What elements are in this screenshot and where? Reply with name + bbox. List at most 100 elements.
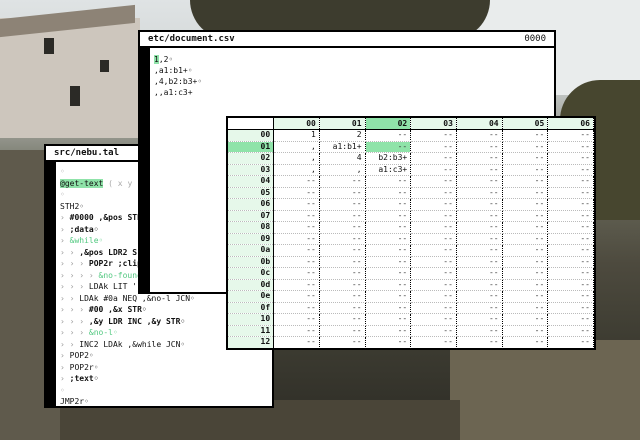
grid-cell[interactable]: --	[365, 302, 412, 314]
column-header[interactable]: 00	[273, 118, 320, 130]
grid-cell[interactable]: --	[410, 325, 457, 337]
grid-cell[interactable]: --	[365, 175, 412, 188]
grid-cell[interactable]: --	[502, 279, 549, 291]
code-line[interactable]: ,4,b2:b3+◦	[154, 76, 554, 87]
grid-cell[interactable]: --	[319, 187, 366, 199]
row-header[interactable]: 0c	[228, 267, 275, 280]
grid-cell[interactable]: a1:b1+	[319, 141, 366, 153]
grid-cell[interactable]: --	[273, 210, 320, 222]
grid-cell[interactable]: 1	[273, 129, 320, 142]
grid-cell[interactable]: --	[410, 290, 457, 303]
grid-cell[interactable]: --	[547, 267, 594, 280]
grid-cell[interactable]: --	[547, 233, 594, 245]
grid-cell[interactable]: --	[502, 233, 549, 245]
grid-cell[interactable]: a1:c3+	[365, 164, 412, 176]
grid-cell[interactable]: --	[502, 187, 549, 199]
grid-cell[interactable]: --	[547, 198, 594, 211]
grid-cell[interactable]: --	[456, 244, 503, 257]
grid-cell[interactable]: --	[502, 290, 549, 303]
grid-cell[interactable]: --	[319, 244, 366, 257]
grid-cell[interactable]: --	[365, 221, 412, 234]
grid-cell[interactable]: --	[410, 256, 457, 268]
grid-cell[interactable]: --	[273, 256, 320, 268]
grid-cell[interactable]: --	[547, 187, 594, 199]
grid-cell[interactable]: --	[273, 244, 320, 257]
grid-cell[interactable]: --	[456, 290, 503, 303]
spreadsheet-window[interactable]: 00 01 02 03 04 05 06 00 1 2 -- -- -- -- -- 01, a1:b1+ -- -…	[226, 116, 596, 350]
grid-cell[interactable]: --	[547, 164, 594, 176]
grid-cell[interactable]: --	[319, 221, 366, 234]
row-header[interactable]: 03	[228, 164, 275, 176]
grid-cell[interactable]: --	[547, 129, 594, 142]
grid-cell[interactable]: --	[365, 336, 412, 348]
grid-cell[interactable]: b2:b3+	[365, 152, 412, 165]
grid-cell[interactable]: --	[410, 141, 457, 153]
grid-cell[interactable]: --	[502, 221, 549, 234]
grid-cell[interactable]: --	[410, 279, 457, 291]
grid-cell[interactable]: --	[273, 279, 320, 291]
grid-cell[interactable]: --	[273, 198, 320, 211]
grid-cell[interactable]: --	[502, 336, 549, 348]
grid-cell[interactable]: --	[456, 152, 503, 165]
code-line[interactable]: › POP2r◦	[60, 362, 272, 374]
grid-cell[interactable]: --	[365, 313, 412, 326]
grid-cell[interactable]: --	[410, 210, 457, 222]
grid-cell[interactable]: --	[456, 221, 503, 234]
grid-cell[interactable]: --	[502, 152, 549, 165]
grid-cell[interactable]: --	[365, 129, 412, 142]
grid-cell[interactable]: --	[456, 210, 503, 222]
grid-cell[interactable]: --	[456, 233, 503, 245]
grid-cell[interactable]: --	[365, 279, 412, 291]
grid-cell[interactable]: --	[502, 256, 549, 268]
row-header[interactable]: 11	[228, 325, 275, 337]
row-header[interactable]: 0f	[228, 302, 275, 314]
row-header[interactable]: 0e	[228, 290, 275, 303]
grid-cell[interactable]: --	[547, 256, 594, 268]
column-header[interactable]: 03	[410, 118, 457, 130]
grid-cell[interactable]: --	[410, 336, 457, 348]
row-header[interactable]: 02	[228, 152, 275, 165]
grid-cell[interactable]: --	[319, 279, 366, 291]
grid-cell[interactable]: --	[365, 233, 412, 245]
grid-cell[interactable]: --	[456, 313, 503, 326]
grid-cell[interactable]: --	[410, 129, 457, 142]
grid-cell[interactable]: --	[410, 267, 457, 280]
grid-cell[interactable]: --	[502, 141, 549, 153]
grid-cell[interactable]: --	[502, 244, 549, 257]
grid-cell[interactable]: --	[547, 325, 594, 337]
grid-cell[interactable]: --	[502, 267, 549, 280]
code-line[interactable]: JMP2r◦	[60, 396, 272, 406]
grid-cell[interactable]: 4	[319, 152, 366, 165]
grid-cell[interactable]: --	[456, 198, 503, 211]
grid-cell[interactable]: --	[410, 175, 457, 188]
grid-cell[interactable]: --	[456, 141, 503, 153]
grid-cell[interactable]: --	[547, 210, 594, 222]
grid-cell[interactable]: ,	[319, 164, 366, 176]
grid-cell[interactable]: --	[319, 175, 366, 188]
grid-cell[interactable]: --	[319, 267, 366, 280]
grid-cell[interactable]: 2	[319, 129, 366, 142]
grid-cell[interactable]: --	[365, 290, 412, 303]
code-line[interactable]: › POP2◦	[60, 350, 272, 362]
grid-cell[interactable]: --	[502, 325, 549, 337]
grid-cell[interactable]: --	[365, 244, 412, 257]
grid-cell[interactable]: --	[502, 164, 549, 176]
grid-cell[interactable]: --	[502, 129, 549, 142]
grid-cell[interactable]: --	[456, 267, 503, 280]
row-header[interactable]: 09	[228, 233, 275, 245]
grid-cell[interactable]: --	[502, 198, 549, 211]
grid-cell[interactable]: --	[319, 256, 366, 268]
grid-cell[interactable]: --	[456, 187, 503, 199]
code-line[interactable]: ◦	[60, 385, 272, 397]
row-header[interactable]: 0d	[228, 279, 275, 291]
grid-cell[interactable]: --	[410, 187, 457, 199]
row-header[interactable]: 07	[228, 210, 275, 222]
row-header[interactable]: 0a	[228, 244, 275, 257]
grid-cell[interactable]: --	[456, 279, 503, 291]
column-header[interactable]: 05	[502, 118, 549, 130]
grid-cell[interactable]: --	[365, 267, 412, 280]
grid-cell[interactable]: --	[365, 325, 412, 337]
grid-cell[interactable]: --	[365, 256, 412, 268]
grid-cell[interactable]: --	[410, 313, 457, 326]
grid-cell[interactable]: --	[273, 313, 320, 326]
